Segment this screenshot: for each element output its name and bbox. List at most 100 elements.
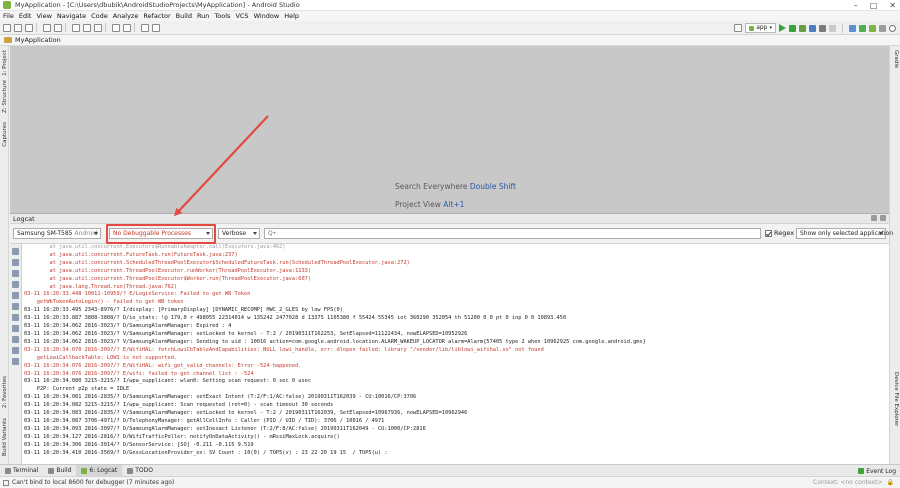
tab-label: TODO <box>135 467 153 474</box>
log-line: P2P: Current p2p state = IDLE <box>24 386 130 393</box>
event-log-icon <box>858 468 865 474</box>
run-icon[interactable] <box>779 24 786 32</box>
breadcrumb-project[interactable]: MyApplication <box>15 36 61 44</box>
save-all-icon[interactable] <box>14 23 22 32</box>
device-select[interactable]: Samsung SM-T585 Android <box>13 228 101 239</box>
restart-icon[interactable] <box>12 314 19 321</box>
menu-vcs[interactable]: VCS <box>235 12 248 20</box>
menu-build[interactable]: Build <box>176 12 192 20</box>
help-icon[interactable] <box>12 358 19 365</box>
tab-favorites[interactable]: 2: Favorites <box>2 376 8 408</box>
tab-captures[interactable]: Captures <box>2 122 8 147</box>
minimize-button[interactable]: – <box>854 0 858 11</box>
context-indicator[interactable]: Context: <no context> <box>813 479 882 486</box>
menu-code[interactable]: Code <box>91 12 108 20</box>
copy-icon[interactable] <box>83 23 91 32</box>
log-line: 03-11 16:20:34.081 2816-2835/? D/Samsung… <box>24 394 417 401</box>
android-device-icon[interactable] <box>869 24 876 32</box>
tab-todo[interactable]: TODO <box>122 465 158 477</box>
cut-icon[interactable] <box>72 23 80 32</box>
log-line: getWbTokenAutoLogin() - failed to get WB… <box>24 299 184 306</box>
regex-checkbox[interactable] <box>765 229 772 237</box>
window-title: MyApplication - [C:\Users\dbubik\Android… <box>15 1 300 9</box>
debug-icon[interactable] <box>789 24 796 32</box>
log-line: at java.util.concurrent.Executors$Runnab… <box>24 244 286 250</box>
status-icon <box>3 479 9 486</box>
sync-icon[interactable] <box>25 23 33 32</box>
maximize-button[interactable]: □ <box>870 0 878 11</box>
editor-area[interactable]: Search Everywhere Double Shift Project V… <box>10 46 889 213</box>
log-line: 03-11 16:20:33.448 10011-10959/? E/Login… <box>24 291 251 298</box>
up-arrow-icon[interactable] <box>12 270 19 277</box>
tab-gradle[interactable]: Gradle <box>893 50 899 68</box>
print-icon[interactable] <box>12 303 19 310</box>
tab-build-variants[interactable]: Build Variants <box>2 418 8 456</box>
redo-icon[interactable] <box>54 23 62 32</box>
close-button[interactable]: ✕ <box>889 0 896 11</box>
soft-wrap-icon[interactable] <box>12 292 19 299</box>
tab-build[interactable]: Build <box>43 465 76 477</box>
gear-icon[interactable] <box>871 215 877 221</box>
chevron-down-icon <box>253 232 257 235</box>
search-icon[interactable] <box>889 24 896 32</box>
menu-window[interactable]: Window <box>254 12 280 20</box>
log-search-input[interactable]: Q• <box>264 228 761 239</box>
tab-structure[interactable]: Z: Structure <box>2 80 8 113</box>
search-everywhere-hint: Search Everywhere Double Shift <box>395 182 516 191</box>
filter-select[interactable]: Show only selected application <box>796 228 893 239</box>
attach-debugger-icon[interactable] <box>819 24 826 32</box>
profile-icon[interactable] <box>809 24 816 32</box>
menu-help[interactable]: Help <box>284 12 299 20</box>
sdk-manager-icon[interactable] <box>859 24 866 32</box>
status-message[interactable]: Can't bind to local 8600 for debugger (7… <box>12 479 174 486</box>
screen-record-icon[interactable] <box>12 336 19 343</box>
menu-file[interactable]: File <box>3 12 14 20</box>
search-placeholder: Q• <box>268 230 277 237</box>
lock-icon[interactable]: 🔒 <box>887 479 894 486</box>
hammer-icon[interactable] <box>734 24 743 32</box>
hide-panel-icon[interactable] <box>880 215 886 221</box>
log-line: 03-11 16:20:34.410 2816-3569/? D/GnssLoc… <box>24 449 388 456</box>
run-config-select[interactable]: app ▾ <box>745 23 776 33</box>
tab-device-file-explorer[interactable]: Device File Explorer <box>893 372 899 426</box>
undo-icon[interactable] <box>43 23 51 32</box>
logcat-side-toolbar <box>10 244 22 464</box>
coverage-icon[interactable] <box>799 24 806 32</box>
scroll-to-end-icon[interactable] <box>12 259 19 266</box>
regex-option[interactable]: Regex <box>765 229 794 237</box>
back-icon[interactable] <box>141 23 149 32</box>
menu-tools[interactable]: Tools <box>214 12 230 20</box>
run-controls: app ▾ <box>731 23 896 33</box>
screenshot-icon[interactable] <box>12 325 19 332</box>
toolbar-divider <box>842 23 843 33</box>
tab-project[interactable]: 1: Project <box>2 50 8 76</box>
toolbar-divider <box>65 23 66 32</box>
menu-bar: File Edit View Navigate Code Analyze Ref… <box>0 11 900 21</box>
open-icon[interactable] <box>3 23 11 32</box>
menu-refactor[interactable]: Refactor <box>143 12 170 20</box>
menu-navigate[interactable]: Navigate <box>57 12 86 20</box>
find-icon[interactable] <box>112 23 120 32</box>
menu-run[interactable]: Run <box>197 12 209 20</box>
avd-manager-icon[interactable] <box>849 24 856 32</box>
tab-label: 6: Logcat <box>89 467 118 474</box>
logcat-output[interactable]: at java.util.concurrent.Executors$Runnab… <box>22 244 889 464</box>
project-structure-icon[interactable] <box>879 24 886 32</box>
chevron-down-icon: ▾ <box>769 25 772 31</box>
log-line: 03-11 16:20:33.887 3808-3808/? D/io_stat… <box>24 315 567 322</box>
stop-icon[interactable] <box>829 24 836 32</box>
log-line: 03-11 16:20:34.306 2816-3014/? D/SensorS… <box>24 441 254 448</box>
clear-log-icon[interactable] <box>12 248 19 255</box>
replace-icon[interactable] <box>123 23 131 32</box>
menu-analyze[interactable]: Analyze <box>113 12 139 20</box>
tab-logcat[interactable]: 6: Logcat <box>76 464 123 477</box>
tab-terminal[interactable]: Terminal <box>0 465 43 477</box>
menu-edit[interactable]: Edit <box>19 12 32 20</box>
menu-view[interactable]: View <box>36 12 51 20</box>
settings-icon[interactable] <box>12 347 19 354</box>
paste-icon[interactable] <box>94 23 102 32</box>
log-level-select[interactable]: Verbose <box>218 228 260 239</box>
forward-icon[interactable] <box>152 23 160 32</box>
toolbar-divider <box>134 23 135 32</box>
down-arrow-icon[interactable] <box>12 281 19 288</box>
